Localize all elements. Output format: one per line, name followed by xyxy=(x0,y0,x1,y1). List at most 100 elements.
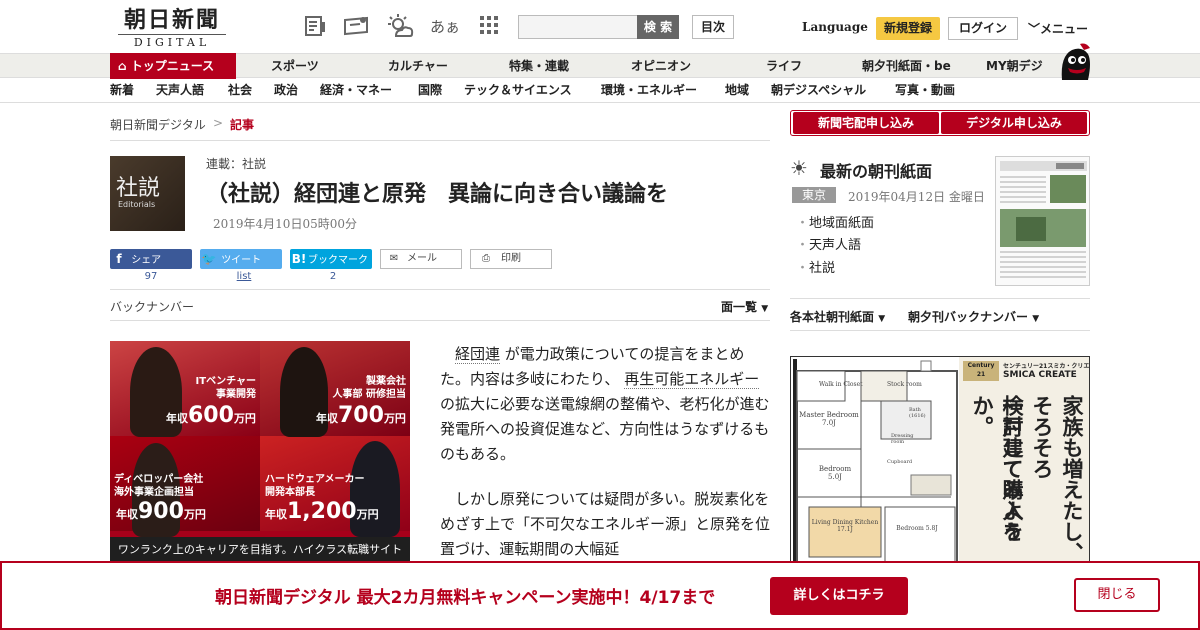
ad-brand: センチュリー21スミカ・クリエイト xyxy=(1003,363,1089,370)
real-estate-ad[interactable]: Walk in Closet Stock room Master Bedroom… xyxy=(790,356,1090,566)
mascot-icon[interactable] xyxy=(1058,42,1092,80)
nav-culture[interactable]: カルチャー xyxy=(388,54,448,78)
newspaper-icon[interactable] xyxy=(302,14,328,40)
paper-item-tensei[interactable]: 天声人語 xyxy=(796,234,861,253)
triangle-down-icon: ▼ xyxy=(761,304,769,314)
newspaper-thumbnail[interactable] xyxy=(995,156,1090,286)
divider xyxy=(110,289,770,290)
nav-new[interactable]: 新着 xyxy=(110,79,134,102)
article-title: （社説）経団連と原発 異論に向き合い議論を xyxy=(206,181,669,207)
twitter-list-link[interactable]: list xyxy=(203,271,285,282)
weather-icon[interactable] xyxy=(386,14,414,40)
logo-jp: 朝日新聞 xyxy=(123,7,220,33)
ticket-icon[interactable] xyxy=(342,14,368,40)
ad-copy-col2: そろそろ xyxy=(1030,395,1055,479)
paper-item-regional[interactable]: 地域面紙面 xyxy=(796,212,874,231)
article-paragraph-2: しかし原発については疑問が多い。脱炭素化をめざす上で「不可欠なエネルギー源」と原… xyxy=(440,490,771,558)
thumb-kanji: 社説 xyxy=(116,176,161,201)
editorial-thumbnail: 社説 Editorials xyxy=(110,156,185,231)
nav-my-asadigi[interactable]: MY朝デジ xyxy=(986,54,1043,78)
facebook-share-button[interactable]: f シェア xyxy=(110,249,192,269)
ad-brand-en: SMICA CREATE xyxy=(1003,370,1077,380)
campaign-message: 朝日新聞デジタル 最大2カ月無料キャンペーン実施中！4/17まで xyxy=(215,588,716,608)
paper-item-editorial[interactable]: 社説 xyxy=(796,257,835,276)
nav-tech[interactable]: テック＆サイエンス xyxy=(464,79,572,102)
plan-label-bedroom1: Bedroom 5.0J xyxy=(818,465,852,481)
backnumber-label[interactable]: バックナンバー xyxy=(110,298,194,315)
hatena-icon: B! xyxy=(291,252,307,266)
facebook-icon: f xyxy=(116,252,122,266)
nav-politics[interactable]: 政治 xyxy=(274,79,298,102)
site-header: 朝日新聞 DIGITAL あぁ 検 索 目次 Language 新規登録 ログイ… xyxy=(0,0,1200,52)
divider xyxy=(110,320,770,321)
nav-tensei[interactable]: 天声人語 xyxy=(156,79,204,102)
plan-label-cupboard: Cupboard xyxy=(887,459,913,465)
plan-label-ldk: Living Dining Kitchen 17.1J xyxy=(811,519,879,533)
menu-button[interactable]: ﹀メニュー xyxy=(1028,20,1088,37)
nav-photo-video[interactable]: 写真・動画 xyxy=(895,79,955,102)
twitter-icon: 🐦 xyxy=(201,252,217,266)
language-link[interactable]: Language xyxy=(802,20,868,34)
ad-q4-title: ハードウェアメーカー 開発本部長 xyxy=(265,474,365,498)
apps-grid-icon[interactable] xyxy=(476,14,502,40)
floor-plan-image xyxy=(791,357,959,565)
twitter-share-button[interactable]: 🐦 ツイート xyxy=(200,249,282,269)
backnumber-dropdown[interactable]: 朝夕刊バックナンバー ▼ xyxy=(908,308,1039,325)
series-label[interactable]: 連載：社説 xyxy=(206,155,266,172)
facebook-count: 97 xyxy=(144,271,158,282)
nav-economy[interactable]: 経済・マネー xyxy=(320,79,392,102)
link-renewable[interactable]: 再生可能エネルギー xyxy=(624,370,760,389)
breadcrumb-separator: > xyxy=(213,116,224,130)
font-size-icon[interactable]: あぁ xyxy=(430,14,460,40)
divider xyxy=(790,330,1090,331)
register-button[interactable]: 新規登録 xyxy=(876,17,940,40)
login-button[interactable]: ログイン xyxy=(948,17,1018,40)
mail-button[interactable]: ✉ メール xyxy=(380,249,462,269)
page-list-dropdown[interactable]: 面一覧 ▼ xyxy=(721,298,768,315)
nav-international[interactable]: 国際 xyxy=(418,79,442,102)
digital-subscribe-button[interactable]: デジタル申し込み xyxy=(941,112,1087,134)
century21-logo: Century 21 xyxy=(963,361,999,381)
breadcrumb-home[interactable]: 朝日新聞デジタル xyxy=(110,116,206,133)
nav-paper[interactable]: 朝夕刊紙面・be xyxy=(862,54,951,78)
secondary-nav: 新着 天声人語 社会 政治 経済・マネー 国際 テック＆サイエンス 環境・エネル… xyxy=(0,79,1200,103)
primary-nav: ⌂ トップニュース スポーツ カルチャー 特集・連載 オピニオン ライフ 朝夕刊… xyxy=(0,53,1200,79)
hatena-bookmark-button[interactable]: B! ブックマーク xyxy=(290,249,372,269)
latest-paper-title[interactable]: 最新の朝刊紙面 xyxy=(820,158,932,182)
search-input[interactable] xyxy=(518,15,638,39)
delivery-subscribe-button[interactable]: 新聞宅配申し込み xyxy=(793,112,939,134)
article-paragraph-1: 経団連 が電力政策についての提言をまとめた。内容は多岐にわたり、 再生可能エネル… xyxy=(440,345,770,463)
sun-icon: ☀ xyxy=(790,156,808,180)
triangle-down-icon: ▼ xyxy=(878,314,886,324)
thumb-en: Editorials xyxy=(118,200,156,209)
nav-region[interactable]: 地域 xyxy=(725,79,749,102)
toc-button[interactable]: 目次 xyxy=(692,15,734,39)
regional-paper-dropdown[interactable]: 各本社朝刊紙面 ▼ xyxy=(790,308,885,325)
banner-close-button[interactable]: 閉じる xyxy=(1074,578,1160,612)
plan-label-bath: Bath (1616) xyxy=(909,407,926,419)
hatena-count: 2 xyxy=(329,271,337,282)
mail-icon: ✉ xyxy=(389,253,399,264)
campaign-details-button[interactable]: 詳しくはコチラ xyxy=(770,577,908,615)
nav-society[interactable]: 社会 xyxy=(228,79,252,102)
career-ad[interactable]: ITベンチャー 事業開発 年収600万円 製薬会社 人事部 研修担当 年収700… xyxy=(110,341,410,563)
chevron-down-icon: ﹀ xyxy=(1028,22,1041,36)
paper-date: 2019年04月12日 金曜日 xyxy=(848,190,985,204)
print-button[interactable]: ⎙ 印刷 xyxy=(470,249,552,269)
nav-life[interactable]: ライフ xyxy=(766,54,802,78)
plan-label-stock: Stock room xyxy=(887,381,922,388)
nav-special[interactable]: 朝デジスペシャル xyxy=(771,79,866,102)
nav-sports[interactable]: スポーツ xyxy=(271,54,319,78)
site-logo[interactable]: 朝日新聞 DIGITAL xyxy=(118,8,226,49)
plan-label-closet: Walk in Closet xyxy=(819,381,863,388)
link-keidanren[interactable]: 経団連 xyxy=(455,345,501,364)
nav-features[interactable]: 特集・連載 xyxy=(509,54,569,78)
printer-icon: ⎙ xyxy=(482,253,490,264)
nav-opinion[interactable]: オピニオン xyxy=(631,54,691,78)
nav-environment[interactable]: 環境・エネルギー xyxy=(601,79,697,102)
nav-top-news[interactable]: ⌂ トップニュース xyxy=(110,53,236,79)
search-button[interactable]: 検 索 xyxy=(637,15,679,39)
triangle-down-icon: ▼ xyxy=(1032,314,1040,324)
article-date: 2019年4月10日05時00分 xyxy=(213,217,357,231)
home-icon: ⌂ xyxy=(118,59,131,73)
